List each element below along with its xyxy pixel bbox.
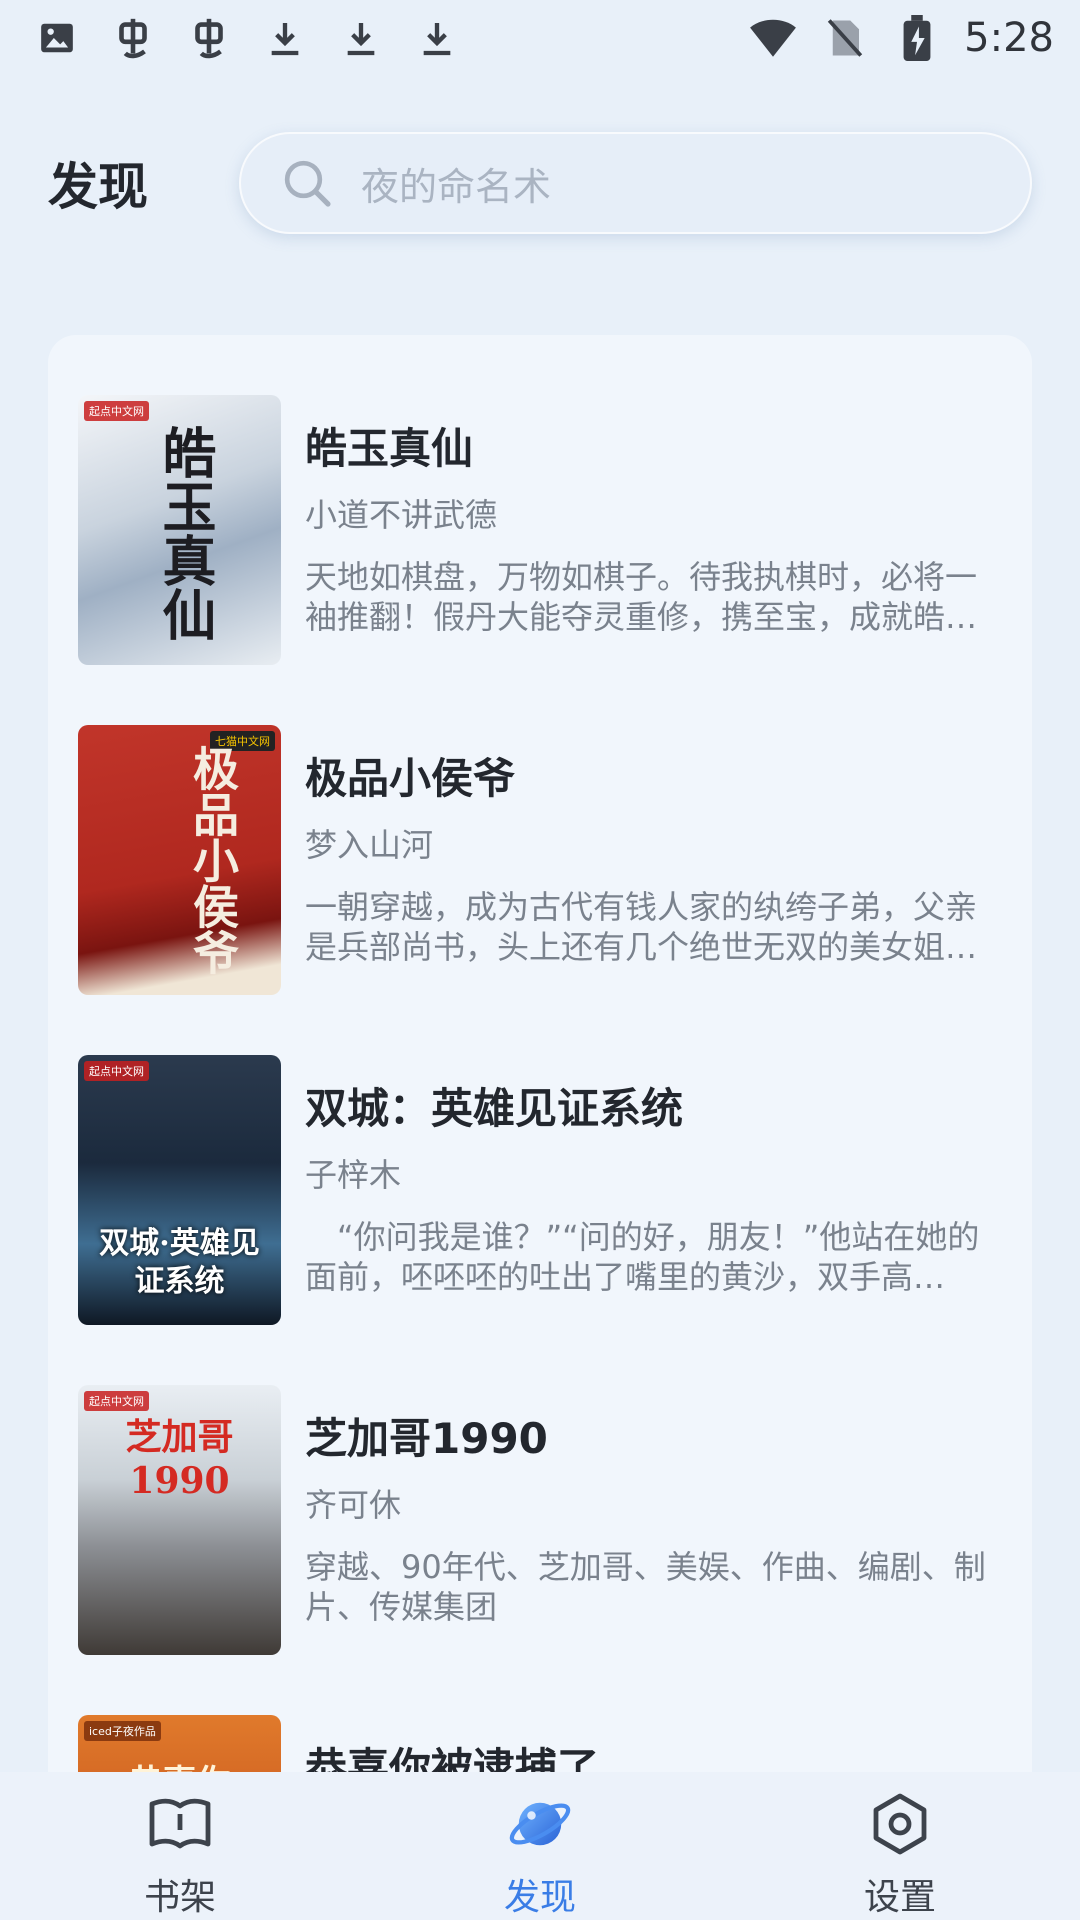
book-description: 穿越、90年代、芝加哥、美娱、作曲、编剧、制片、传媒集团 [305,1548,986,1626]
cover-title: 芝加哥1990 [125,1416,234,1502]
book-cover[interactable]: 起点中文网 皓玉真仙 [78,395,281,665]
download-icon [336,13,386,63]
clock-time: 5:28 [964,15,1054,61]
bug-icon [108,13,158,63]
header: 发现 夜的命名术 [0,128,1080,238]
book-item[interactable]: 七猫中文网 极品小侯爷 极品小侯爷 梦入山河 一朝穿越，成为古代有钱人家的纨绔子… [78,725,1008,995]
no-sim-icon [820,13,870,63]
publisher-badge: 起点中文网 [84,1391,149,1411]
book-item[interactable]: 起点中文网 芝加哥1990 芝加哥1990 齐可休 穿越、90年代、芝加哥、美娱… [78,1385,1008,1655]
publisher-badge: 起点中文网 [84,1061,149,1081]
nav-label: 书架 [143,1877,216,1918]
planet-icon [504,1790,576,1858]
nav-discover[interactable]: 发现 [360,1772,720,1920]
book-description: 天地如棋盘，万物如棋子。待我执棋时，必将一袖推翻！假丹大能夺灵重修，携至宝，成就… [305,558,978,636]
book-cover[interactable]: 七猫中文网 极品小侯爷 [78,725,281,995]
book-author: 梦入山河 [305,826,434,864]
nav-label: 发现 [503,1877,576,1918]
bug-icon [184,13,234,63]
status-bar: 5:28 [0,0,1080,76]
settings-hexagon-icon [864,1790,936,1858]
book-list-card: 起点中文网 皓玉真仙 皓玉真仙 小道不讲武德 天地如棋盘，万物如棋子。待我执棋时… [48,335,1032,1835]
wifi-icon [748,13,798,63]
book-cover[interactable]: 起点中文网 双城·英雄见证系统 [78,1055,281,1325]
nav-label: 设置 [863,1877,936,1918]
book-author: 齐可休 [305,1486,402,1524]
bottom-navigation: 书架 发现 设置 [0,1772,1080,1920]
publisher-badge: iced子夜作品 [84,1721,161,1741]
book-item[interactable]: 起点中文网 皓玉真仙 皓玉真仙 小道不讲武德 天地如棋盘，万物如棋子。待我执棋时… [78,395,1008,665]
book-description: “你问我是谁？”“问的好，朋友！”他站在她的面前，呸呸呸的吐出了嘴里的黄沙，双手… [305,1218,980,1296]
nav-bookshelf[interactable]: 书架 [0,1772,360,1920]
search-icon [279,155,335,211]
book-cover[interactable]: 起点中文网 芝加哥1990 [78,1385,281,1655]
book-item[interactable]: 起点中文网 双城·英雄见证系统 双城：英雄见证系统 子梓木 “你问我是谁？”“问… [78,1055,1008,1325]
cover-title: 双城·英雄见证系统 [99,1226,260,1299]
battery-charging-icon [892,13,942,63]
download-icon [260,13,310,63]
book-title: 皓玉真仙 [305,424,474,473]
book-title: 极品小侯爷 [305,754,516,803]
search-placeholder: 夜的命名术 [361,164,552,209]
image-icon [32,13,82,63]
cover-title: 极品小侯爷 [186,745,240,975]
book-description: 一朝穿越，成为古代有钱人家的纨绔子弟，父亲是兵部尚书，头上还有几个绝世无双的美女… [305,888,978,966]
book-author: 小道不讲武德 [305,496,498,534]
book-open-icon [144,1790,216,1858]
book-title: 芝加哥1990 [305,1414,548,1463]
cover-title: 皓玉真仙 [153,425,217,641]
nav-settings[interactable]: 设置 [720,1772,1080,1920]
publisher-badge: 起点中文网 [84,401,149,421]
page-title: 发现 [48,158,148,216]
search-input[interactable]: 夜的命名术 [239,132,1032,234]
download-icon [412,13,462,63]
book-author: 子梓木 [305,1156,402,1194]
book-title: 双城：英雄见证系统 [305,1084,684,1133]
